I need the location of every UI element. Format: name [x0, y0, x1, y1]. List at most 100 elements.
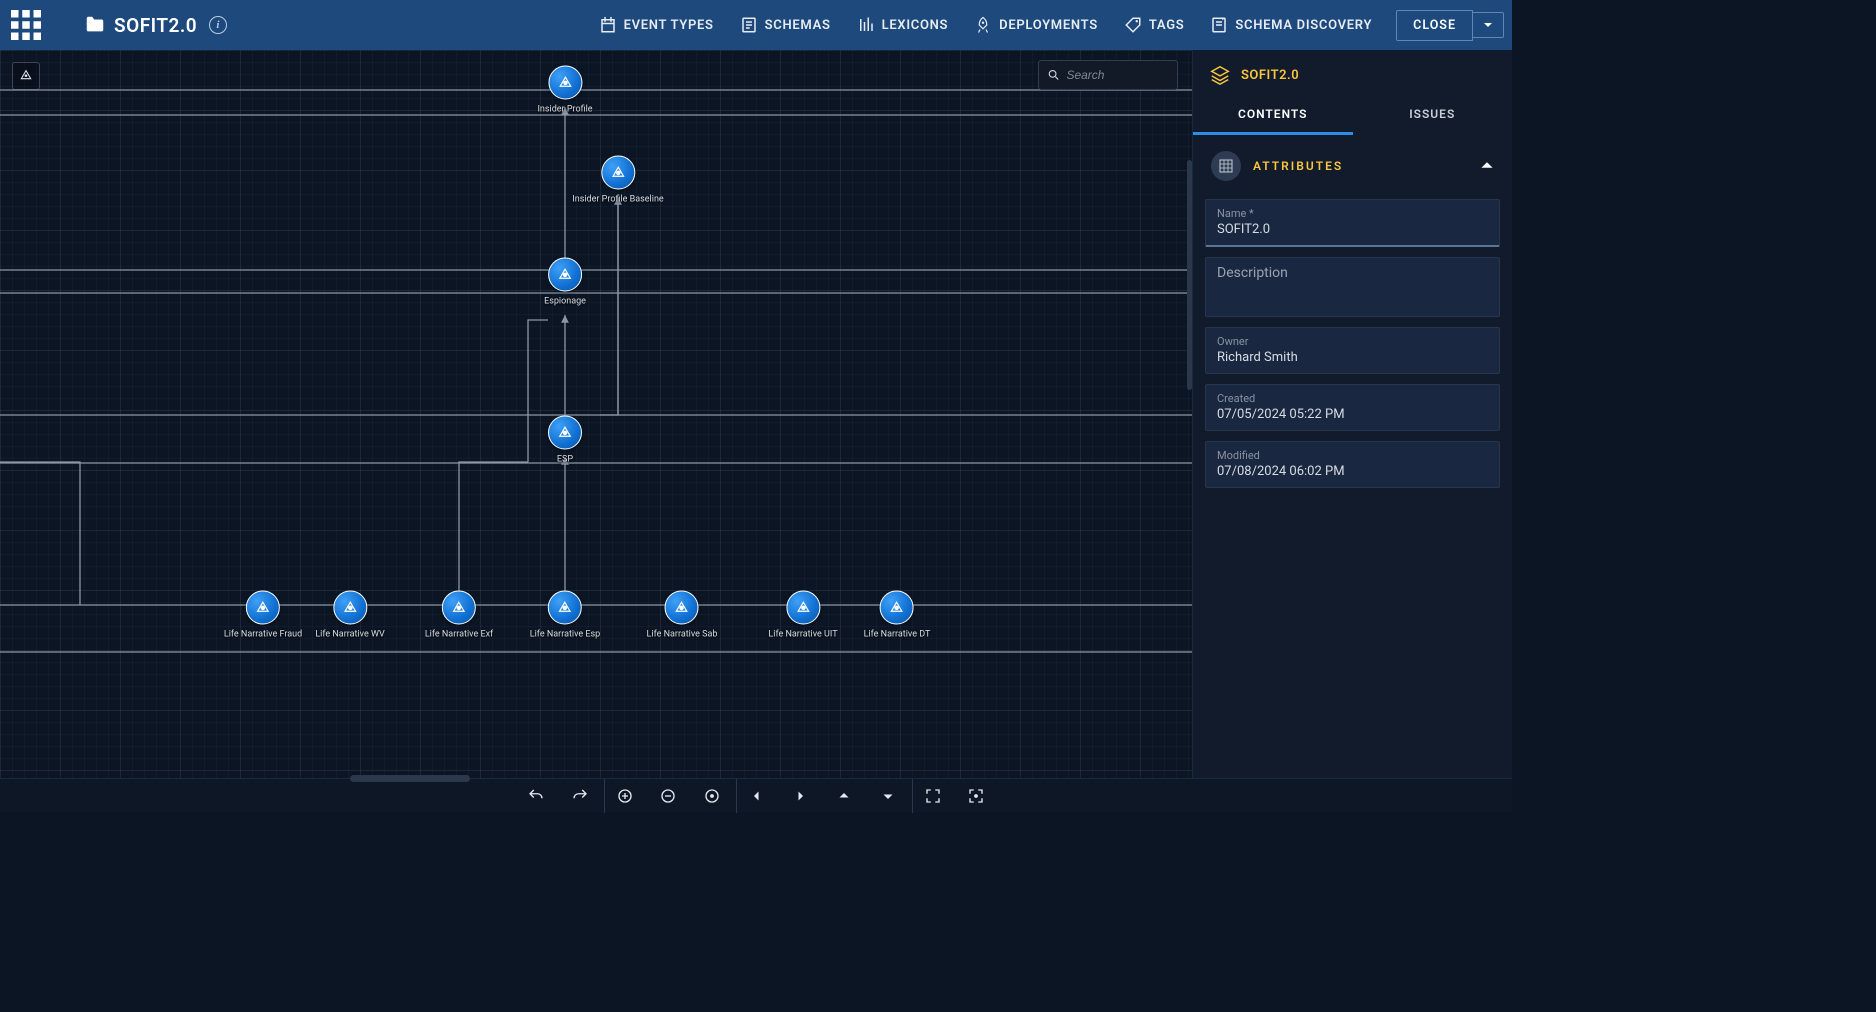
node-icon	[665, 591, 699, 625]
graph-node-esp[interactable]: ESP	[548, 416, 582, 465]
page-title: SOFIT2.0	[114, 14, 197, 37]
discovery-icon	[1210, 16, 1228, 34]
field-label: Owner	[1217, 335, 1488, 348]
node-label: Life Narrative WV	[315, 630, 384, 640]
node-label: ESP	[557, 455, 573, 465]
node-label: Life Narrative UIT	[768, 630, 837, 640]
panel-header: SOFIT2.0	[1193, 50, 1512, 96]
topbar: SOFIT2.0 i EVENT TYPES SCHEMAS LEXICONS …	[0, 0, 1512, 50]
scrollbar[interactable]	[1187, 160, 1192, 390]
node-icon	[601, 156, 635, 190]
tab-label: SCHEMAS	[765, 18, 831, 33]
canvas[interactable]: Insider Profile Insider Profile Baseline E…	[0, 50, 1192, 778]
node-icon	[548, 258, 582, 292]
node-icon	[548, 66, 582, 100]
graph-node-insider_profile[interactable]: Insider Profile	[537, 66, 592, 115]
field-created: Created 07/05/2024 05:22 PM	[1205, 384, 1500, 431]
schema-icon	[740, 16, 758, 34]
field-name[interactable]: Name * SOFIT2.0	[1205, 199, 1500, 247]
chevron-up-icon	[1480, 157, 1494, 176]
node-icon	[442, 591, 476, 625]
field-label: Created	[1217, 392, 1488, 405]
fit-center-icon[interactable]	[692, 779, 732, 813]
calendar-icon	[599, 16, 617, 34]
node-label: Life Narrative Esp	[530, 630, 600, 640]
node-label: Life Narrative Exf	[425, 630, 493, 640]
graph-node-ln_fraud[interactable]: Life Narrative Fraud	[224, 591, 302, 640]
search-group	[1038, 60, 1178, 90]
tab-schemas[interactable]: SCHEMAS	[740, 16, 831, 34]
page-title-group: SOFIT2.0 i	[84, 14, 227, 37]
rocket-icon	[974, 16, 992, 34]
undo-icon[interactable]	[516, 779, 556, 813]
graph-node-baseline[interactable]: Insider Profile Baseline	[572, 156, 663, 205]
graph-node-ln_esp[interactable]: Life Narrative Esp	[530, 591, 600, 640]
panel-tab-issues[interactable]: ISSUES	[1353, 96, 1513, 135]
node-icon	[786, 591, 820, 625]
tab-event-types[interactable]: EVENT TYPES	[599, 16, 714, 34]
pan-down-icon[interactable]	[868, 779, 908, 813]
folder-icon	[84, 14, 106, 36]
apps-icon[interactable]	[8, 7, 44, 43]
field-label: Name *	[1217, 207, 1488, 220]
tab-label: SCHEMA DISCOVERY	[1235, 18, 1372, 33]
graph-node-ln_dt[interactable]: Life Narrative DT	[864, 591, 931, 640]
tab-tags[interactable]: TAGS	[1124, 16, 1185, 34]
field-label: Modified	[1217, 449, 1488, 462]
tab-label: TAGS	[1149, 18, 1185, 33]
bottom-toolbar	[0, 778, 1512, 812]
tab-label: EVENT TYPES	[624, 18, 714, 33]
field-value: Richard Smith	[1217, 350, 1488, 365]
node-icon	[548, 416, 582, 450]
pan-up-icon[interactable]	[824, 779, 864, 813]
side-panel: SOFIT2.0 CONTENTS ISSUES ATTRIBUTES Name…	[1192, 50, 1512, 778]
section-header[interactable]: ATTRIBUTES	[1205, 135, 1500, 199]
fullscreen-icon[interactable]	[912, 779, 952, 813]
grid-icon	[1211, 151, 1241, 181]
field-value: SOFIT2.0	[1217, 222, 1488, 237]
graph-node-ln_uit[interactable]: Life Narrative UIT	[768, 591, 837, 640]
horizontal-scrollbar[interactable]	[350, 775, 470, 782]
zoom-in-icon[interactable]	[604, 779, 644, 813]
info-icon[interactable]: i	[209, 16, 227, 34]
field-modified: Modified 07/08/2024 06:02 PM	[1205, 441, 1500, 488]
focus-icon[interactable]	[956, 779, 996, 813]
node-icon	[548, 591, 582, 625]
node-label: Life Narrative DT	[864, 630, 931, 640]
tab-label: LEXICONS	[882, 18, 949, 33]
node-icon	[246, 591, 280, 625]
pan-left-icon[interactable]	[736, 779, 776, 813]
graph-node-ln_exf[interactable]: Life Narrative Exf	[425, 591, 493, 640]
close-button[interactable]: CLOSE	[1396, 10, 1473, 41]
node-label: Life Narrative Fraud	[224, 630, 302, 640]
top-tabs: EVENT TYPES SCHEMAS LEXICONS DEPLOYMENTS…	[599, 16, 1373, 34]
node-icon	[333, 591, 367, 625]
node-label: Espionage	[544, 297, 586, 307]
tab-deployments[interactable]: DEPLOYMENTS	[974, 16, 1098, 34]
tab-label: DEPLOYMENTS	[999, 18, 1098, 33]
panel-tabs: CONTENTS ISSUES	[1193, 96, 1512, 135]
layers-icon	[1209, 64, 1231, 86]
panel-title: SOFIT2.0	[1241, 68, 1299, 83]
graph-node-espionage[interactable]: Espionage	[544, 258, 586, 307]
tab-schema-discovery[interactable]: SCHEMA DISCOVERY	[1210, 16, 1372, 34]
close-dropdown[interactable]	[1473, 12, 1504, 38]
pan-right-icon[interactable]	[780, 779, 820, 813]
zoom-out-icon[interactable]	[648, 779, 688, 813]
search-input[interactable]	[1066, 68, 1169, 82]
panel-tab-contents[interactable]: CONTENTS	[1193, 96, 1353, 135]
tag-icon	[1124, 16, 1142, 34]
node-icon	[880, 591, 914, 625]
field-value: 07/08/2024 06:02 PM	[1217, 464, 1488, 479]
field-owner: Owner Richard Smith	[1205, 327, 1500, 374]
tab-lexicons[interactable]: LEXICONS	[857, 16, 949, 34]
field-description[interactable]: Description	[1205, 257, 1500, 317]
search-icon	[1047, 67, 1060, 83]
graph-node-ln_sab[interactable]: Life Narrative Sab	[647, 591, 718, 640]
graph-node-ln_wv[interactable]: Life Narrative WV	[315, 591, 384, 640]
section-attributes: ATTRIBUTES Name * SOFIT2.0 Description O…	[1193, 135, 1512, 488]
node-label: Insider Profile	[537, 105, 592, 115]
close-group: CLOSE	[1396, 10, 1504, 41]
field-label: Description	[1217, 265, 1488, 281]
redo-icon[interactable]	[560, 779, 600, 813]
